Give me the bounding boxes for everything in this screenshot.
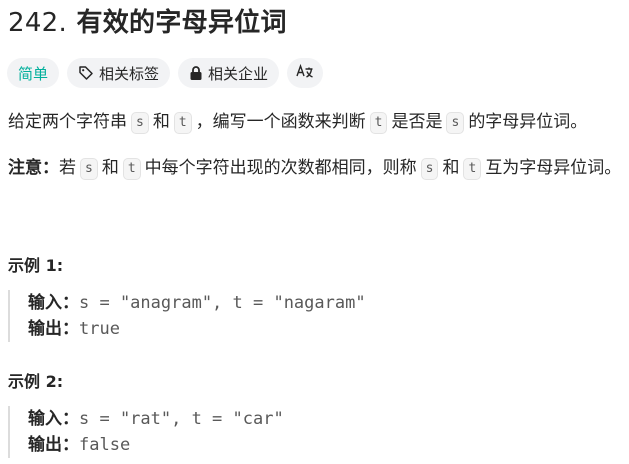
text: 给定两个字符串	[8, 112, 127, 132]
inline-code: t	[369, 112, 388, 134]
input-value: s = "rat", t = "car"	[79, 409, 284, 429]
input-label: 输入：	[28, 293, 79, 313]
tag-icon	[78, 65, 94, 81]
inline-code: s	[131, 112, 149, 134]
note-paragraph: 注意：若 s 和 t 中每个字符出现的次数都相同，则称 s 和 t 互为字母异位词。	[8, 156, 621, 180]
example-2-block: 输入：s = "rat", t = "car" 输出：false	[8, 406, 628, 458]
text: 和	[101, 158, 119, 178]
example-1-output: 输出：true	[28, 316, 628, 342]
problem-number: 242.	[8, 8, 68, 38]
related-tags-label: 相关标签	[99, 64, 160, 83]
tag-bar: 简单 相关标签 相关企业	[7, 58, 324, 88]
inline-code: s	[80, 158, 98, 180]
related-companies-label: 相关企业	[208, 64, 269, 83]
problem-name: 有效的字母异位词	[76, 8, 287, 38]
related-tags-button[interactable]: 相关标签	[67, 58, 171, 88]
translate-button[interactable]	[287, 58, 324, 88]
example-1-input: 输入：s = "anagram", t = "nagaram"	[28, 290, 628, 316]
input-value: s = "anagram", t = "nagaram"	[79, 293, 366, 313]
text: 是否是	[391, 112, 443, 132]
input-label: 输入：	[28, 409, 79, 429]
output-label: 输出：	[28, 435, 79, 455]
text: 中每个字符出现的次数都相同，则称	[144, 158, 417, 178]
difficulty-badge[interactable]: 简单	[7, 58, 60, 88]
related-companies-button[interactable]: 相关企业	[178, 58, 280, 88]
lock-icon	[189, 65, 203, 81]
example-2-input: 输入：s = "rat", t = "car"	[28, 406, 628, 432]
description-paragraph: 给定两个字符串 s 和 t ，编写一个函数来判断 t 是否是 s 的字母异位词。	[8, 110, 587, 134]
translate-icon	[296, 63, 314, 83]
output-value: true	[79, 319, 120, 339]
inline-code: t	[463, 158, 482, 180]
difficulty-label: 简单	[18, 64, 49, 83]
output-value: false	[79, 435, 131, 455]
text: ，编写一个函数来判断	[195, 112, 366, 132]
inline-code: t	[173, 112, 192, 134]
output-label: 输出：	[28, 319, 79, 339]
text: 和	[152, 112, 170, 132]
example-2-title: 示例 2:	[8, 372, 64, 391]
text: 互为字母异位词。	[485, 158, 622, 178]
problem-title: 242. 有效的字母异位词	[8, 2, 287, 39]
inline-code: s	[446, 112, 465, 134]
example-1-block: 输入：s = "anagram", t = "nagaram" 输出：true	[8, 290, 628, 342]
inline-code: t	[122, 158, 141, 180]
text: 若	[59, 158, 76, 178]
text: 的字母异位词。	[468, 112, 588, 132]
inline-code: s	[420, 158, 439, 180]
note-label: 注意：	[8, 158, 59, 178]
example-2-output: 输出：false	[28, 432, 628, 458]
text: 和	[442, 158, 460, 178]
example-1-title: 示例 1:	[8, 256, 64, 275]
